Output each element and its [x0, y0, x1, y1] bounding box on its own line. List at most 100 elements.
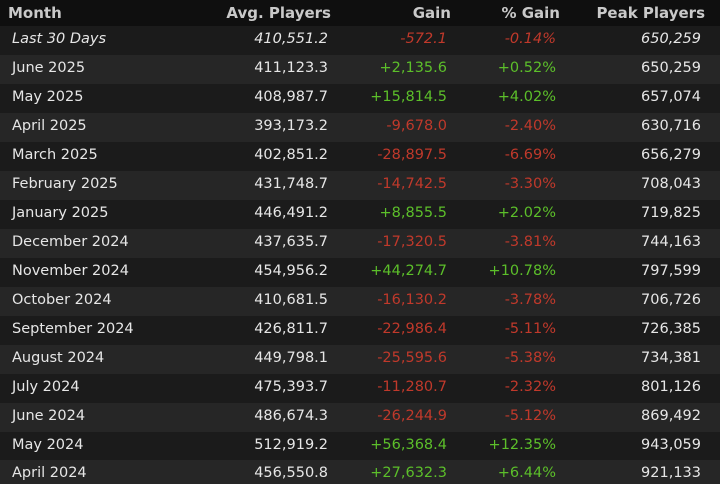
cell-peak-players: 650,259: [641, 60, 701, 76]
cell-gain: -9,678.0: [386, 118, 447, 134]
column-header-avg-players[interactable]: Avg. Players: [226, 4, 331, 22]
cell-month: June 2025: [12, 60, 86, 76]
cell-pct-gain: +6.44%: [497, 465, 556, 481]
player-stats-table: Month Avg. Players Gain % Gain Peak Play…: [0, 0, 720, 484]
cell-pct-gain: +2.02%: [497, 205, 556, 221]
table-row: October 2024 410,681.5 -16,130.2 -3.78% …: [0, 287, 720, 316]
column-header-month[interactable]: Month: [8, 4, 62, 22]
cell-avg-players: 411,123.3: [254, 60, 328, 76]
cell-pct-gain: -5.38%: [504, 350, 556, 366]
cell-month: May 2024: [12, 437, 84, 453]
cell-avg-players: 408,987.7: [254, 89, 328, 105]
cell-month: December 2024: [12, 234, 129, 250]
cell-avg-players: 456,550.8: [254, 465, 328, 481]
cell-gain: +44,274.7: [370, 263, 447, 279]
table-row: April 2024 456,550.8 +27,632.3 +6.44% 92…: [0, 460, 720, 484]
cell-avg-players: 410,551.2: [254, 31, 328, 47]
cell-gain: -14,742.5: [377, 176, 447, 192]
cell-pct-gain: +10.78%: [488, 263, 556, 279]
cell-month: October 2024: [12, 292, 112, 308]
cell-avg-players: 402,851.2: [254, 147, 328, 163]
cell-avg-players: 475,393.7: [254, 379, 328, 395]
cell-avg-players: 410,681.5: [254, 292, 328, 308]
table-row: June 2025 411,123.3 +2,135.6 +0.52% 650,…: [0, 55, 720, 84]
cell-gain: -17,320.5: [377, 234, 447, 250]
cell-peak-players: 744,163: [641, 234, 701, 250]
cell-pct-gain: -0.14%: [504, 31, 556, 47]
cell-peak-players: 801,126: [641, 379, 701, 395]
cell-avg-players: 446,491.2: [254, 205, 328, 221]
table-row: September 2024 426,811.7 -22,986.4 -5.11…: [0, 316, 720, 345]
table-row: March 2025 402,851.2 -28,897.5 -6.69% 65…: [0, 142, 720, 171]
cell-month: August 2024: [12, 350, 105, 366]
cell-month: April 2024: [12, 465, 87, 481]
cell-pct-gain: +12.35%: [488, 437, 556, 453]
table-row: July 2024 475,393.7 -11,280.7 -2.32% 801…: [0, 374, 720, 403]
cell-peak-players: 726,385: [641, 321, 701, 337]
table-row: June 2024 486,674.3 -26,244.9 -5.12% 869…: [0, 403, 720, 432]
table-row: February 2025 431,748.7 -14,742.5 -3.30%…: [0, 171, 720, 200]
cell-gain: +2,135.6: [379, 60, 448, 76]
column-header-pct-gain[interactable]: % Gain: [501, 4, 560, 22]
cell-peak-players: 656,279: [641, 147, 701, 163]
cell-gain: +8,855.5: [379, 205, 448, 221]
cell-gain: -16,130.2: [377, 292, 447, 308]
cell-avg-players: 449,798.1: [254, 350, 328, 366]
table-row: May 2024 512,919.2 +56,368.4 +12.35% 943…: [0, 432, 720, 461]
cell-gain: -22,986.4: [377, 321, 447, 337]
cell-month: May 2025: [12, 89, 84, 105]
table-row: December 2024 437,635.7 -17,320.5 -3.81%…: [0, 229, 720, 258]
cell-pct-gain: -5.11%: [504, 321, 556, 337]
cell-month: February 2025: [12, 176, 118, 192]
cell-month: January 2025: [12, 205, 109, 221]
cell-avg-players: 431,748.7: [254, 176, 328, 192]
cell-peak-players: 650,259: [641, 31, 701, 47]
column-header-peak-players[interactable]: Peak Players: [596, 4, 705, 22]
cell-month: March 2025: [12, 147, 98, 163]
cell-gain: +56,368.4: [370, 437, 447, 453]
cell-peak-players: 921,133: [641, 465, 701, 481]
table-row: Last 30 Days 410,551.2 -572.1 -0.14% 650…: [0, 26, 720, 55]
cell-peak-players: 657,074: [641, 89, 701, 105]
table-header: Month Avg. Players Gain % Gain Peak Play…: [0, 0, 720, 26]
cell-peak-players: 943,059: [641, 437, 701, 453]
cell-pct-gain: +4.02%: [497, 89, 556, 105]
cell-peak-players: 869,492: [641, 408, 701, 424]
cell-month: July 2024: [12, 379, 80, 395]
cell-peak-players: 706,726: [641, 292, 701, 308]
table-row: November 2024 454,956.2 +44,274.7 +10.78…: [0, 258, 720, 287]
cell-avg-players: 393,173.2: [254, 118, 328, 134]
cell-gain: -26,244.9: [377, 408, 447, 424]
cell-gain: +27,632.3: [370, 465, 447, 481]
table-row: January 2025 446,491.2 +8,855.5 +2.02% 7…: [0, 200, 720, 229]
cell-pct-gain: -5.12%: [504, 408, 556, 424]
cell-pct-gain: -3.30%: [504, 176, 556, 192]
table-row: April 2025 393,173.2 -9,678.0 -2.40% 630…: [0, 113, 720, 142]
cell-month: Last 30 Days: [12, 31, 107, 47]
cell-month: September 2024: [12, 321, 134, 337]
cell-peak-players: 734,381: [641, 350, 701, 366]
cell-month: April 2025: [12, 118, 87, 134]
cell-avg-players: 426,811.7: [254, 321, 328, 337]
cell-month: November 2024: [12, 263, 129, 279]
cell-avg-players: 454,956.2: [254, 263, 328, 279]
cell-peak-players: 708,043: [641, 176, 701, 192]
cell-gain: -572.1: [400, 31, 447, 47]
cell-peak-players: 719,825: [641, 205, 701, 221]
cell-gain: +15,814.5: [370, 89, 447, 105]
cell-avg-players: 512,919.2: [254, 437, 328, 453]
cell-avg-players: 437,635.7: [254, 234, 328, 250]
cell-peak-players: 630,716: [641, 118, 701, 134]
cell-pct-gain: -3.81%: [504, 234, 556, 250]
cell-avg-players: 486,674.3: [254, 408, 328, 424]
column-header-gain[interactable]: Gain: [413, 4, 451, 22]
cell-gain: -11,280.7: [377, 379, 447, 395]
cell-pct-gain: -3.78%: [504, 292, 556, 308]
cell-gain: -25,595.6: [377, 350, 447, 366]
cell-pct-gain: -6.69%: [504, 147, 556, 163]
table-row: August 2024 449,798.1 -25,595.6 -5.38% 7…: [0, 345, 720, 374]
cell-pct-gain: -2.32%: [504, 379, 556, 395]
table-row: May 2025 408,987.7 +15,814.5 +4.02% 657,…: [0, 84, 720, 113]
cell-gain: -28,897.5: [377, 147, 447, 163]
cell-pct-gain: -2.40%: [504, 118, 556, 134]
